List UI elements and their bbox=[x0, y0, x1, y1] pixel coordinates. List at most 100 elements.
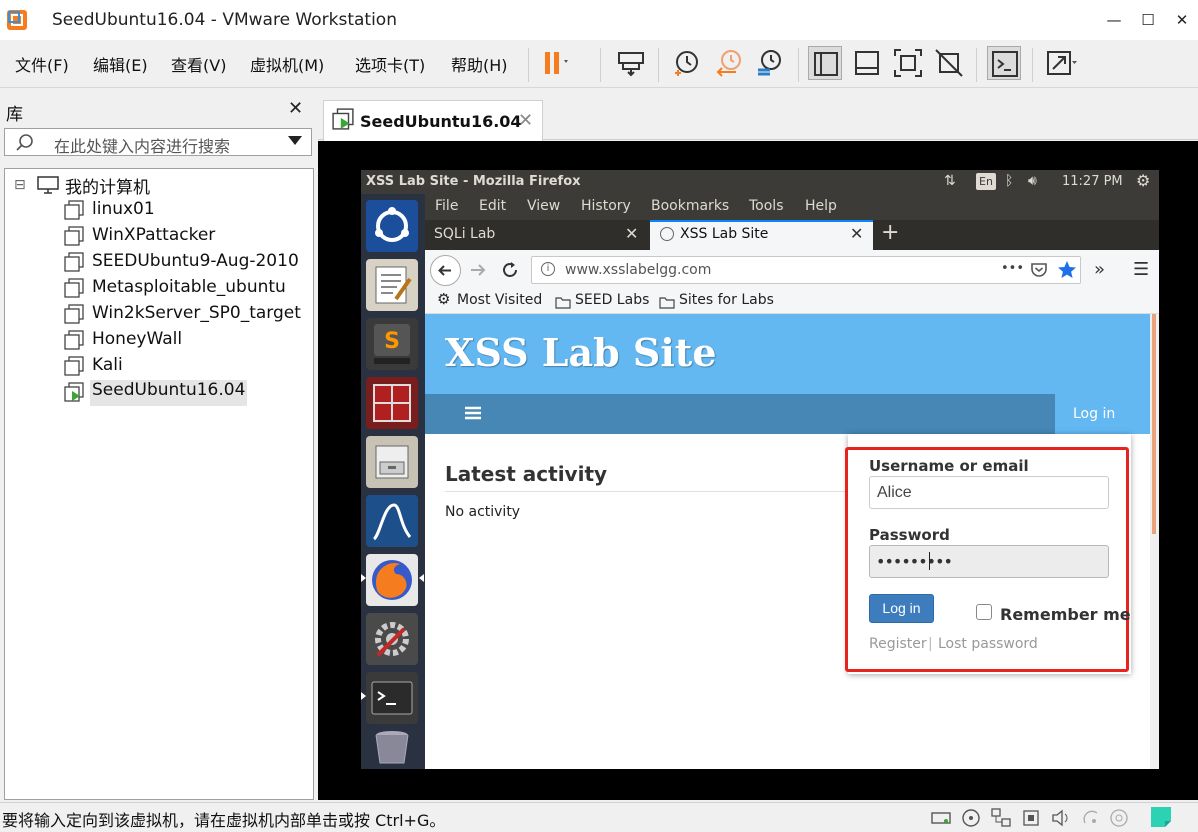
usb-icon[interactable] bbox=[1020, 807, 1042, 829]
send-keys-icon[interactable] bbox=[614, 46, 648, 80]
reload-button[interactable] bbox=[500, 260, 520, 284]
hamburger-menu-icon[interactable]: ☰ bbox=[1133, 259, 1149, 280]
display-icon[interactable] bbox=[1108, 807, 1130, 829]
close-window-button[interactable]: ✕ bbox=[1162, 6, 1198, 34]
tree-item-honeywall[interactable]: HoneyWall bbox=[92, 329, 182, 355]
console-icon[interactable] bbox=[987, 46, 1021, 80]
vm-tab-close-button[interactable]: ✕ bbox=[518, 110, 533, 131]
page-actions-button[interactable]: ••• bbox=[1001, 261, 1024, 276]
network-transfer-icon[interactable]: ⇅ bbox=[944, 173, 956, 189]
bookmark-seed-labs[interactable]: SEED Labs bbox=[575, 292, 649, 308]
pause-icon[interactable] bbox=[538, 46, 572, 80]
new-tab-button[interactable]: + bbox=[881, 220, 899, 245]
page-scrollbar-thumb[interactable] bbox=[1152, 314, 1156, 534]
vmware-app-icon bbox=[6, 9, 28, 31]
vm-icon bbox=[64, 356, 84, 376]
volume-icon[interactable]: 🔊︎ bbox=[1028, 173, 1037, 189]
snapshot-icon[interactable] bbox=[670, 46, 704, 80]
overflow-chevron-icon[interactable]: » bbox=[1094, 259, 1105, 280]
bluetooth-icon[interactable]: ᛒ bbox=[1005, 173, 1013, 189]
library-close-button[interactable]: ✕ bbox=[288, 98, 303, 119]
ubuntu-dash-icon[interactable] bbox=[366, 200, 418, 252]
menu-edit[interactable]: 编辑(E) bbox=[93, 52, 148, 76]
tab-sqli-lab[interactable]: SQLi Lab bbox=[434, 226, 495, 242]
nav-login-label: Log in bbox=[1073, 406, 1116, 422]
site-menu-icon[interactable] bbox=[465, 405, 481, 421]
site-title[interactable]: XSS Lab Site bbox=[445, 330, 717, 375]
library-view-icon[interactable] bbox=[808, 46, 842, 80]
login-submit-button[interactable]: Log in bbox=[869, 594, 934, 623]
printer-icon[interactable] bbox=[1080, 807, 1102, 829]
menu-view[interactable]: 查看(V) bbox=[171, 52, 226, 76]
revert-snapshot-icon[interactable] bbox=[712, 46, 746, 80]
ff-menu-help[interactable]: Help bbox=[805, 198, 837, 214]
wireshark-icon[interactable] bbox=[366, 495, 418, 547]
forward-button[interactable] bbox=[468, 260, 488, 284]
info-icon[interactable]: i bbox=[541, 262, 555, 276]
tree-item-linux01[interactable]: linux01 bbox=[92, 199, 155, 225]
fullscreen-icon[interactable] bbox=[891, 46, 925, 80]
password-label: Password bbox=[869, 526, 950, 544]
no-activity-text: No activity bbox=[445, 504, 521, 520]
chevron-down-icon[interactable] bbox=[288, 136, 302, 145]
tree-root-my-computer[interactable]: 我的计算机 bbox=[65, 173, 150, 199]
settings-icon[interactable] bbox=[366, 613, 418, 665]
back-button[interactable] bbox=[430, 255, 461, 286]
menu-help[interactable]: 帮助(H) bbox=[451, 52, 508, 76]
ff-menu-file[interactable]: File bbox=[435, 198, 458, 214]
sublime-text-icon[interactable]: S bbox=[366, 318, 418, 370]
tab-close-icon[interactable]: ✕ bbox=[850, 224, 863, 243]
terminal-icon[interactable] bbox=[366, 672, 418, 724]
sound-icon[interactable] bbox=[1050, 807, 1072, 829]
menu-vm[interactable]: 虚拟机(M) bbox=[250, 52, 324, 76]
vm-running-icon bbox=[332, 108, 354, 134]
tree-item-seedubuntu16[interactable]: SeedUbuntu16.04 bbox=[90, 380, 248, 406]
unity-icon[interactable] bbox=[932, 46, 966, 80]
text-editor-icon[interactable] bbox=[366, 259, 418, 311]
file-manager-icon[interactable] bbox=[366, 436, 418, 488]
guest-clock[interactable]: 11:27 PM bbox=[1062, 174, 1123, 189]
trash-icon[interactable] bbox=[366, 727, 418, 765]
snapshot-manager-icon[interactable] bbox=[752, 46, 786, 80]
ff-menu-edit[interactable]: Edit bbox=[479, 198, 506, 214]
tree-collapse-toggle[interactable]: ⊟ bbox=[14, 177, 26, 193]
tab-close-icon[interactable]: ✕ bbox=[625, 224, 638, 243]
vm-tab-label: SeedUbuntu16.04 bbox=[360, 112, 522, 131]
ff-menu-view[interactable]: View bbox=[527, 198, 560, 214]
remember-me-label[interactable]: Remember me bbox=[1000, 605, 1131, 624]
password-input[interactable]: ••••••••• bbox=[869, 545, 1109, 578]
hard-disk-icon[interactable] bbox=[930, 807, 952, 829]
thumbnail-view-icon[interactable] bbox=[850, 46, 884, 80]
toolbar-separator bbox=[528, 48, 529, 82]
network-adapter-icon[interactable] bbox=[990, 807, 1012, 829]
bookmark-most-visited[interactable]: Most Visited bbox=[457, 292, 542, 308]
remember-me-checkbox[interactable] bbox=[976, 604, 992, 620]
tree-item-seedubuntu9[interactable]: SEEDUbuntu9-Aug-2010 bbox=[92, 251, 299, 277]
ff-menu-history[interactable]: History bbox=[581, 198, 631, 214]
message-log-icon[interactable] bbox=[1150, 806, 1172, 828]
cd-drive-icon[interactable] bbox=[960, 807, 982, 829]
firefox-icon[interactable] bbox=[366, 554, 418, 606]
vm-icon bbox=[64, 330, 84, 350]
tree-item-kali[interactable]: Kali bbox=[92, 355, 123, 381]
bookmark-star-icon[interactable] bbox=[1057, 260, 1077, 284]
launcher-focus-indicator bbox=[419, 574, 424, 582]
bookmark-sites-for-labs[interactable]: Sites for Labs bbox=[679, 292, 774, 308]
lost-password-link[interactable]: Lost password bbox=[938, 636, 1038, 652]
tree-item-metasploitable[interactable]: Metasploitable_ubuntu bbox=[92, 277, 286, 303]
tree-item-win2kserver[interactable]: Win2kServer_SP0_target bbox=[92, 303, 301, 329]
ff-menu-tools[interactable]: Tools bbox=[749, 198, 784, 214]
gear-icon[interactable]: ⚙ bbox=[1136, 171, 1150, 190]
keyboard-layout-indicator[interactable]: En bbox=[976, 173, 996, 190]
toolbar-separator bbox=[600, 48, 601, 82]
register-link[interactable]: Register bbox=[869, 636, 927, 652]
tree-item-winxpattacker[interactable]: WinXPattacker bbox=[92, 225, 215, 251]
text-cursor bbox=[929, 552, 930, 570]
pocket-icon[interactable] bbox=[1030, 261, 1048, 283]
username-input[interactable]: Alice bbox=[869, 476, 1109, 509]
menu-tabs[interactable]: 选项卡(T) bbox=[355, 52, 425, 76]
menu-file[interactable]: 文件(F) bbox=[15, 52, 69, 76]
stretch-icon[interactable] bbox=[1044, 46, 1078, 80]
bless-hex-editor-icon[interactable] bbox=[366, 377, 418, 429]
ff-menu-bookmarks[interactable]: Bookmarks bbox=[651, 198, 729, 214]
